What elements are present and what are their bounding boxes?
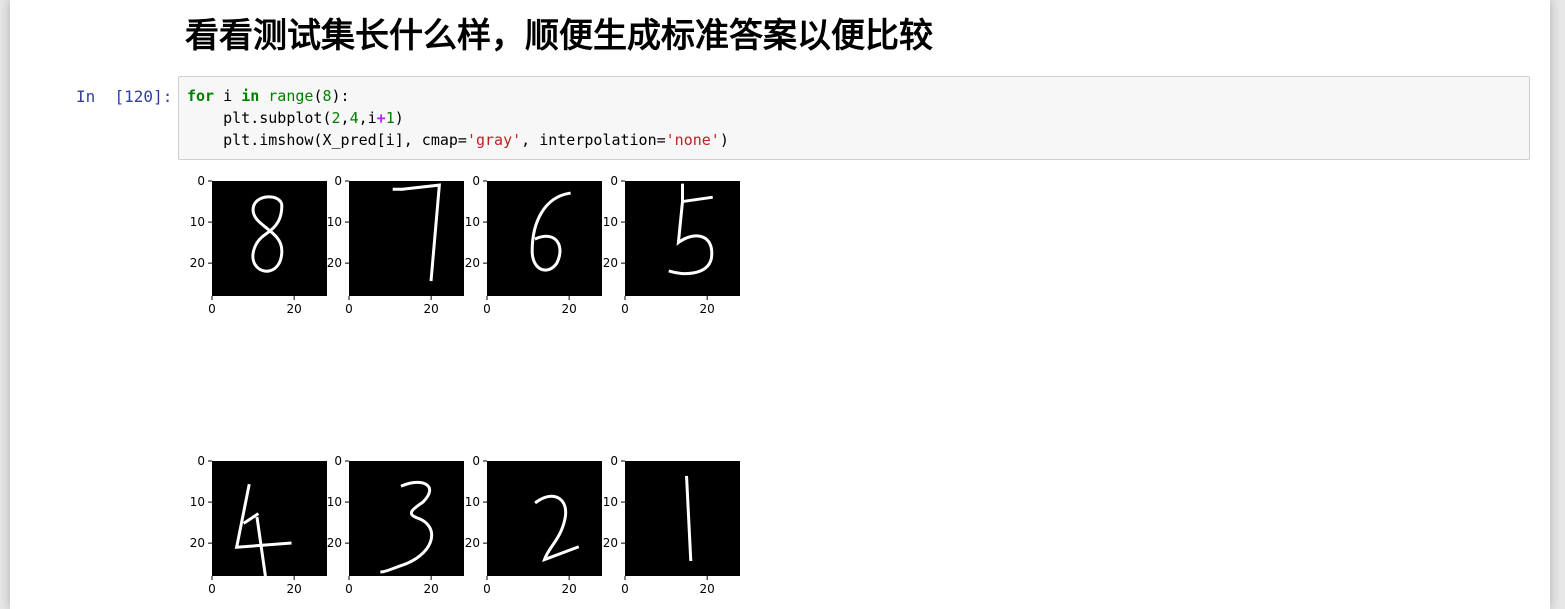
image-axes: [625, 461, 740, 576]
x-tick-label: 0: [621, 582, 629, 596]
subplot-6: 0 10 20 0 20: [327, 454, 464, 596]
y-tick-label: 20: [190, 536, 205, 550]
y-tick-label: 20: [327, 256, 342, 270]
y-tick-label: 20: [190, 256, 205, 270]
y-tick-label: 20: [465, 256, 480, 270]
y-tick-label: 0: [610, 174, 618, 188]
x-tick-label: 0: [208, 302, 216, 316]
x-tick-label: 20: [287, 302, 302, 316]
x-tick-label: 0: [483, 582, 491, 596]
subplot-1: 0 10 20 0 20: [190, 174, 327, 316]
subplot-3: 0 10 20 0 20: [465, 174, 602, 316]
image-axes: [349, 461, 464, 576]
x-tick-label: 20: [424, 582, 439, 596]
x-tick-label: 0: [208, 582, 216, 596]
x-tick-label: 0: [621, 302, 629, 316]
x-tick-label: 20: [700, 302, 715, 316]
y-tick-label: 20: [327, 536, 342, 550]
y-tick-label: 20: [603, 256, 618, 270]
x-tick-label: 0: [345, 302, 353, 316]
x-tick-label: 20: [562, 302, 577, 316]
y-tick-label: 20: [465, 536, 480, 550]
y-tick-label: 10: [465, 495, 480, 509]
y-tick-label: 0: [472, 454, 480, 468]
x-tick-label: 20: [424, 302, 439, 316]
y-tick-label: 0: [610, 454, 618, 468]
y-tick-label: 20: [603, 536, 618, 550]
image-axes: [212, 461, 327, 576]
subplot-8: 0 10 20 0 20: [603, 454, 740, 596]
plot-output: 0 10 20 0 20 0 10 20 0 20 0 10 20 0 20 0 10 20 0 20 0 10 20 0 20…: [190, 174, 740, 596]
y-tick-label: 10: [465, 215, 480, 229]
x-tick-label: 20: [562, 582, 577, 596]
y-tick-label: 0: [197, 454, 205, 468]
subplot-4: 0 10 20 0 20: [603, 174, 740, 316]
x-tick-label: 20: [287, 582, 302, 596]
y-tick-label: 10: [327, 495, 342, 509]
subplot-7: 0 10 20 0 20: [465, 454, 602, 596]
image-axes: [349, 181, 464, 296]
y-tick-label: 10: [327, 215, 342, 229]
y-tick-label: 0: [197, 174, 205, 188]
x-tick-label: 0: [483, 302, 491, 316]
notebook-container: 看看测试集长什么样，顺便生成标准答案以便比较 In [120]: for i i…: [10, 0, 1550, 609]
y-tick-label: 0: [334, 174, 342, 188]
subplot-2: 0 10 20 0 20: [327, 174, 464, 316]
y-tick-label: 0: [334, 454, 342, 468]
x-tick-label: 20: [700, 582, 715, 596]
y-tick-label: 0: [472, 174, 480, 188]
y-tick-label: 10: [603, 495, 618, 509]
y-tick-label: 10: [190, 215, 205, 229]
y-tick-label: 10: [603, 215, 618, 229]
subplot-5: 0 10 20 0 20: [190, 454, 327, 596]
x-tick-label: 0: [345, 582, 353, 596]
y-tick-label: 10: [190, 495, 205, 509]
image-axes: [487, 181, 602, 296]
